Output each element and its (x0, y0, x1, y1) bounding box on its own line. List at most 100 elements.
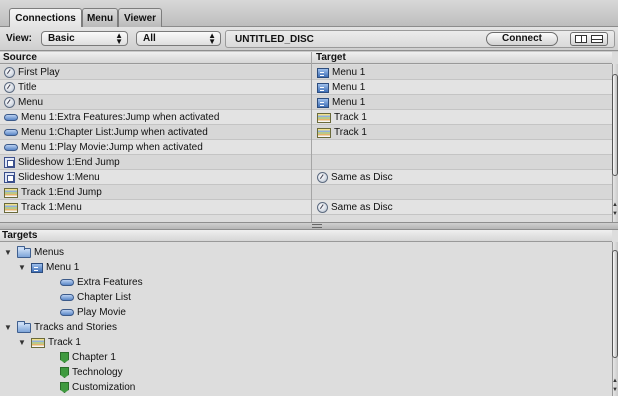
source-label: Track 1:End Jump (21, 187, 102, 198)
connection-row[interactable]: First Play Menu 1 (0, 65, 612, 80)
menu-icon (317, 97, 329, 108)
connection-row[interactable]: Menu 1:Extra Features:Jump when activate… (0, 110, 612, 125)
source-label: Slideshow 1:End Jump (18, 157, 120, 168)
target-label: Menu 1 (332, 82, 366, 93)
folder-icon (17, 245, 31, 258)
tree-item[interactable]: ▼ Tracks and Stories (4, 320, 117, 335)
scroll-down-icon[interactable]: ▼ (612, 387, 618, 393)
first-play-icon (4, 67, 15, 78)
connection-row[interactable]: Title Menu 1 (0, 80, 612, 95)
target-cell[interactable]: Menu 1 (317, 66, 365, 79)
disclosure-triangle-icon[interactable]: ▼ (18, 263, 28, 272)
layout-toggle-button[interactable] (570, 32, 608, 46)
source-cell[interactable]: Menu 1:Chapter List:Jump when activated (4, 126, 208, 139)
tree-item[interactable]: ▼ Menus (4, 245, 64, 260)
side-by-side-layout-icon[interactable] (575, 35, 587, 43)
stacked-layout-icon[interactable] (591, 35, 603, 43)
connection-row[interactable]: Menu 1:Play Movie:Jump when activated (0, 140, 612, 155)
target-label: Same as Disc (331, 202, 393, 213)
target-column-header[interactable]: Target (316, 52, 346, 63)
tree-item-label: Customization (72, 382, 136, 393)
connection-row[interactable]: Menu 1:Chapter List:Jump when activated T… (0, 125, 612, 140)
tree-item[interactable]: ▼ Menu 1 (18, 260, 79, 275)
disclosure-triangle-icon[interactable]: ▼ (18, 338, 28, 347)
source-cell[interactable]: Slideshow 1:Menu (4, 171, 100, 184)
splitter-grip-icon[interactable] (312, 224, 322, 228)
target-cell[interactable]: Same as Disc (317, 201, 393, 214)
source-cell[interactable]: First Play (4, 66, 60, 79)
source-label: Slideshow 1:Menu (18, 172, 100, 183)
target-label: Menu 1 (332, 67, 366, 78)
filter-popup[interactable]: All ▲ ▼ (136, 31, 221, 46)
source-cell[interactable]: Menu 1:Extra Features:Jump when activate… (4, 111, 219, 124)
target-cell[interactable]: Track 1 (317, 126, 367, 139)
connections-scrollbar[interactable]: ▲ ▼ (612, 64, 618, 222)
targets-scrollbar[interactable]: ▲ ▼ (612, 242, 618, 396)
source-cell[interactable]: Slideshow 1:End Jump (4, 156, 120, 169)
connect-button[interactable]: Connect (486, 32, 558, 46)
targets-header: Targets (0, 230, 612, 242)
connection-row[interactable]: Track 1:End Jump (0, 185, 612, 200)
view-popup[interactable]: Basic ▲ ▼ (41, 31, 128, 46)
source-label: Menu 1:Chapter List:Jump when activated (21, 127, 208, 138)
view-label: View: (6, 33, 32, 44)
tab-menu[interactable]: Menu (82, 8, 118, 27)
chapter-marker-icon (60, 382, 69, 393)
disclosure-triangle-icon[interactable]: ▼ (4, 323, 14, 332)
connection-row[interactable]: Slideshow 1:Menu Same as Disc (0, 170, 612, 185)
column-divider (311, 52, 312, 222)
tab-viewer[interactable]: Viewer (118, 8, 162, 27)
target-label: Same as Disc (331, 172, 393, 183)
connection-row[interactable]: Track 1:Menu Same as Disc (0, 200, 612, 215)
button-icon (4, 144, 18, 151)
tree-item[interactable]: Chapter List (60, 290, 131, 305)
target-cell[interactable]: Same as Disc (317, 171, 393, 184)
source-cell[interactable]: Track 1:Menu (4, 201, 82, 214)
menu-icon (317, 67, 329, 78)
targets-pane: Targets ▼ Menus ▼ Menu 1 Extra Features Chapt… (0, 230, 618, 396)
tree-item[interactable]: Extra Features (60, 275, 143, 290)
button-icon (4, 114, 18, 121)
target-cell[interactable]: Menu 1 (317, 81, 365, 94)
scroll-thumb[interactable] (612, 74, 618, 176)
source-column-header[interactable]: Source (3, 52, 37, 63)
tree-item[interactable]: Chapter 1 (60, 350, 116, 365)
scroll-up-icon[interactable]: ▲ (612, 202, 618, 208)
scroll-up-icon[interactable]: ▲ (612, 378, 618, 384)
column-header: Source Target (0, 52, 612, 64)
track-icon (317, 127, 331, 138)
tree-item-label: Tracks and Stories (34, 322, 117, 333)
source-cell[interactable]: Title (4, 81, 37, 94)
source-cell[interactable]: Menu (4, 96, 43, 109)
tree-item[interactable]: Play Movie (60, 305, 126, 320)
tree-item-label: Chapter 1 (72, 352, 116, 363)
tree-item[interactable]: ▼ Track 1 (18, 335, 81, 350)
button-icon (60, 279, 74, 286)
source-cell[interactable]: Track 1:End Jump (4, 186, 102, 199)
target-cell[interactable]: Menu 1 (317, 96, 365, 109)
same-as-disc-icon (317, 202, 328, 213)
view-popup-value: Basic (48, 33, 75, 44)
target-cell[interactable]: Track 1 (317, 111, 367, 124)
menu-icon (31, 262, 43, 273)
filter-popup-value: All (143, 33, 156, 44)
disclosure-triangle-icon[interactable]: ▼ (4, 248, 14, 257)
slideshow-icon (4, 172, 15, 183)
connection-row[interactable]: Slideshow 1:End Jump (0, 155, 612, 170)
menu-remote-icon (4, 97, 15, 108)
tree-item-label: Chapter List (77, 292, 131, 303)
button-icon (4, 129, 18, 136)
source-cell[interactable]: Menu 1:Play Movie:Jump when activated (4, 141, 203, 154)
popup-arrows-icon: ▲ ▼ (115, 31, 123, 46)
scroll-thumb[interactable] (612, 250, 618, 358)
button-icon (60, 309, 74, 316)
tree-item-label: Play Movie (77, 307, 126, 318)
tree-item[interactable]: Customization (60, 380, 135, 395)
connection-row[interactable]: Menu Menu 1 (0, 95, 612, 110)
popup-arrows-icon: ▲ ▼ (208, 31, 216, 46)
tab-connections[interactable]: Connections (9, 8, 82, 28)
scroll-down-icon[interactable]: ▼ (612, 211, 618, 217)
tree-item[interactable]: Technology (60, 365, 123, 380)
pane-splitter[interactable] (0, 222, 618, 230)
connections-table: Source Target First Play Menu 1 Title Menu … (0, 52, 618, 222)
